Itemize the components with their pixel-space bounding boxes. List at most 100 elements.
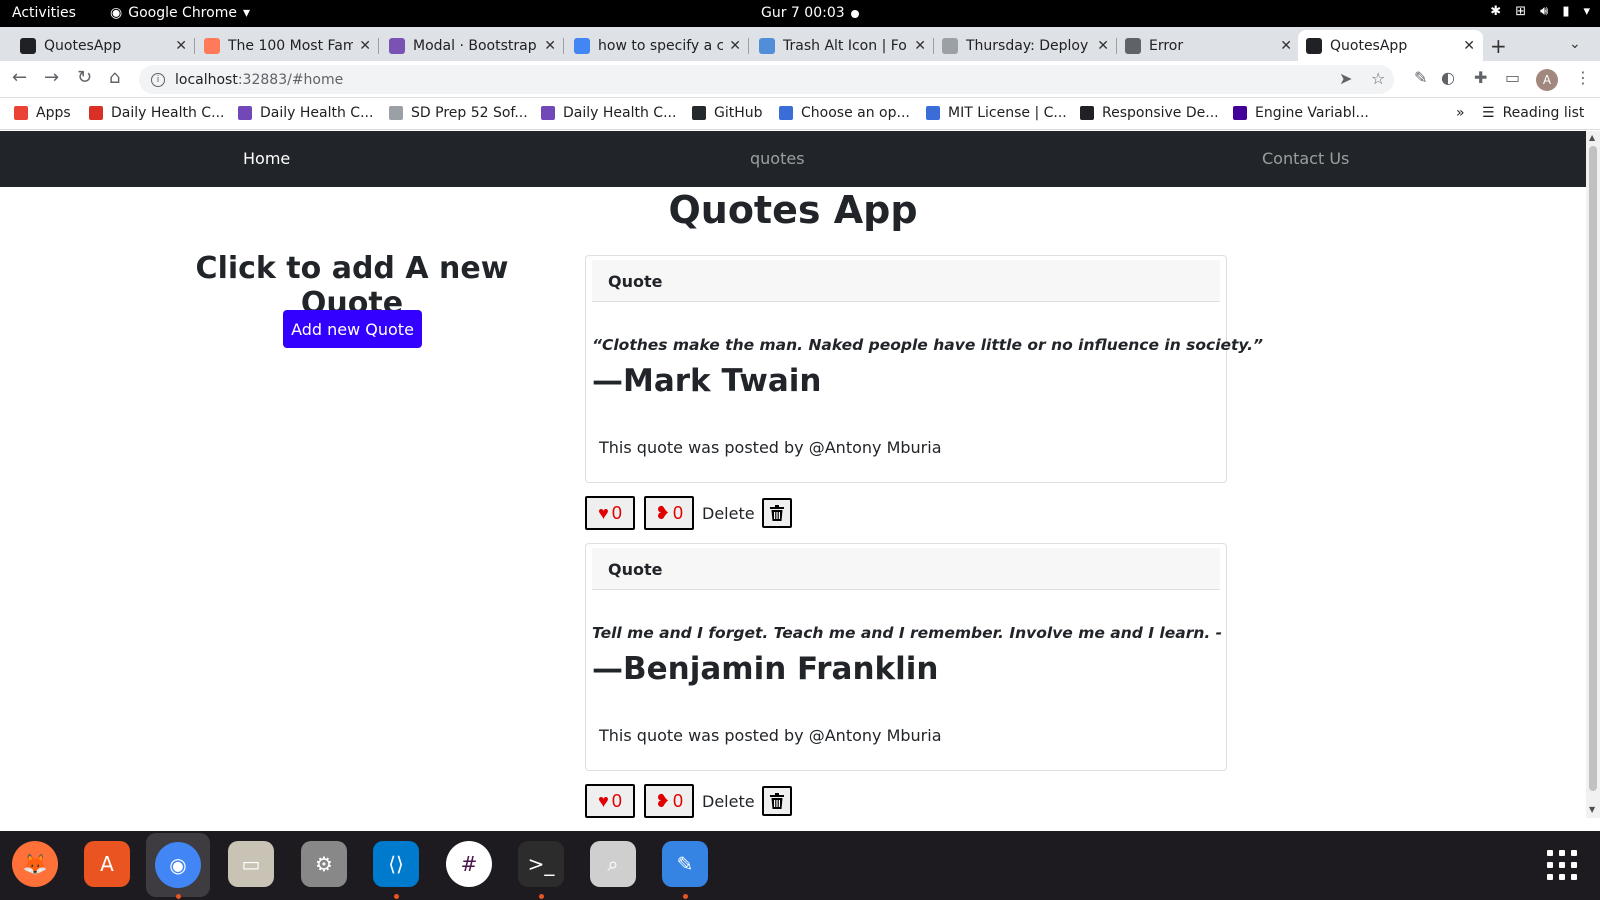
trash-icon <box>770 793 784 809</box>
tab-3[interactable]: how to specify a c ✕ <box>566 30 749 61</box>
bookmark-item[interactable]: Responsive De... <box>1080 105 1219 121</box>
site-navbar: Home quotes Contact Us <box>0 131 1586 187</box>
show-applications-icon[interactable] <box>1547 850 1577 880</box>
scroll-down-icon[interactable]: ▼ <box>1589 805 1595 814</box>
image-viewer-icon[interactable]: ⌕ <box>590 841 636 887</box>
bookmark-star-icon[interactable]: ☆ <box>1371 69 1385 88</box>
tab-0[interactable]: QuotesApp ✕ <box>12 30 195 61</box>
tab-search-icon[interactable]: ⌄ <box>1569 36 1581 52</box>
firefox-icon[interactable]: 🦊 <box>12 841 58 887</box>
tab-1[interactable]: The 100 Most Fam ✕ <box>196 30 379 61</box>
bookmark-item[interactable]: GitHub <box>692 105 763 121</box>
site-info-icon[interactable]: i <box>151 72 165 87</box>
slack-icon[interactable]: # <box>446 841 492 887</box>
downvote-button[interactable]: ❥ 0 <box>644 496 694 530</box>
license-icon <box>926 106 940 120</box>
home-icon[interactable]: ⌂ <box>109 67 120 88</box>
extension-record-icon[interactable]: ◐ <box>1441 68 1455 87</box>
reading-list-label: Reading list <box>1502 105 1585 121</box>
volume-icon[interactable]: 🔊︎ <box>1540 4 1548 19</box>
text-editor-icon[interactable]: ✎ <box>662 841 708 887</box>
send-to-device-icon[interactable]: ➤ <box>1339 69 1352 88</box>
hubspot-icon <box>204 37 220 54</box>
forward-arrow-icon[interactable]: → <box>44 67 59 88</box>
bookmark-item[interactable]: Choose an op... <box>779 105 910 121</box>
reading-list-button[interactable]: ☰ Reading list <box>1482 105 1584 121</box>
settings-icon[interactable]: ⚙ <box>301 841 347 887</box>
tab-7[interactable]: QuotesApp ✕ <box>1298 30 1483 61</box>
bookmark-item[interactable]: SD Prep 52 Sof... <box>389 105 528 121</box>
bookmark-label: Daily Health C... <box>563 105 677 121</box>
back-arrow-icon[interactable]: ← <box>12 67 27 88</box>
chrome-icon[interactable]: ◉ <box>146 833 210 897</box>
close-tab-icon[interactable]: ✕ <box>914 38 926 54</box>
add-new-quote-button[interactable]: Add new Quote <box>283 310 422 348</box>
extensions-puzzle-icon[interactable]: ✚ <box>1474 68 1487 87</box>
new-tab-button[interactable]: + <box>1490 34 1507 58</box>
caret-down-icon: ▾ <box>242 5 250 21</box>
tab-separator <box>748 38 749 54</box>
bookmark-item[interactable]: Daily Health C... <box>238 105 373 121</box>
close-tab-icon[interactable]: ✕ <box>175 38 187 54</box>
scroll-up-icon[interactable]: ▲ <box>1589 133 1595 142</box>
slack-tray-icon[interactable]: ✱ <box>1490 4 1501 19</box>
running-indicator <box>539 894 544 899</box>
chrome-menu-icon[interactable]: ⋮ <box>1575 68 1591 87</box>
bookmark-item[interactable]: MIT License | C... <box>926 105 1067 121</box>
app-menu[interactable]: ◉ Google Chrome ▾ <box>110 5 250 21</box>
tab-title: QuotesApp <box>1330 37 1408 54</box>
address-bar[interactable]: i localhost:32883/#home ➤ ☆ <box>139 65 1394 94</box>
cast-icon[interactable]: ▭ <box>1505 68 1520 87</box>
tab-2[interactable]: Modal · Bootstrap ✕ <box>381 30 564 61</box>
delete-quote-button[interactable] <box>762 786 792 816</box>
close-tab-icon[interactable]: ✕ <box>1280 38 1292 54</box>
page-scrollbar[interactable]: ▲ ▼ <box>1586 131 1600 818</box>
quote-text: “Clothes make the man. Naked people have… <box>592 336 1263 354</box>
close-tab-icon[interactable]: ✕ <box>359 38 371 54</box>
delete-label: Delete <box>702 792 755 811</box>
system-tray[interactable]: ✱ ⊞ 🔊︎ ▮ ▾ <box>1490 4 1590 19</box>
bookmark-label: GitHub <box>714 105 763 121</box>
bookmark-item[interactable]: Apps <box>14 105 71 121</box>
caret-down-icon[interactable]: ▾ <box>1583 4 1590 19</box>
reload-icon[interactable]: ↻ <box>77 67 92 88</box>
activities-button[interactable]: Activities <box>12 5 76 21</box>
nav-link-home[interactable]: Home <box>243 149 290 168</box>
profile-avatar[interactable]: A <box>1536 69 1558 91</box>
upvote-count: 0 <box>611 790 622 811</box>
quote-author: —Benjamin Franklin <box>592 651 939 687</box>
upvote-button[interactable]: ♥ 0 <box>585 496 635 530</box>
running-indicator <box>394 894 399 899</box>
quote-author: —Mark Twain <box>592 363 822 399</box>
clock[interactable]: Gur 7 00:03 <box>761 5 845 21</box>
tab-6[interactable]: Error ✕ <box>1117 30 1300 61</box>
upvote-button[interactable]: ♥ 0 <box>585 784 635 818</box>
bookmark-item[interactable]: Daily Health C... <box>541 105 676 121</box>
files-icon[interactable]: ▭ <box>228 841 274 887</box>
close-tab-icon[interactable]: ✕ <box>544 38 556 54</box>
bookmarks-overflow-button[interactable]: » <box>1456 105 1465 121</box>
close-tab-icon[interactable]: ✕ <box>1463 38 1475 54</box>
extension-pen-icon[interactable]: ✎ <box>1414 68 1427 87</box>
fontawesome-icon <box>759 37 775 54</box>
browser-toolbar: ← → ↻ ⌂ i localhost:32883/#home ➤ ☆ ✎ ◐ … <box>0 61 1600 98</box>
bookmark-label: Daily Health C... <box>111 105 225 121</box>
bookmark-item[interactable]: Engine Variabl... <box>1233 105 1369 121</box>
close-tab-icon[interactable]: ✕ <box>1097 38 1109 54</box>
bookmark-item[interactable]: Daily Health C... <box>89 105 224 121</box>
scrollbar-thumb[interactable] <box>1589 146 1597 791</box>
downvote-button[interactable]: ❥ 0 <box>644 784 694 818</box>
battery-icon[interactable]: ▮ <box>1562 4 1569 19</box>
close-tab-icon[interactable]: ✕ <box>729 38 741 54</box>
nav-link-quotes[interactable]: quotes <box>750 149 805 168</box>
vscode-icon[interactable]: ⟨⟩ <box>373 841 419 887</box>
nav-link-contact[interactable]: Contact Us <box>1262 149 1349 168</box>
tab-5[interactable]: Thursday: Deploy ✕ <box>934 30 1117 61</box>
software-center-icon[interactable]: A <box>84 841 130 887</box>
network-icon[interactable]: ⊞ <box>1515 4 1526 19</box>
tab-4[interactable]: Trash Alt Icon | Fo ✕ <box>751 30 934 61</box>
delete-quote-button[interactable] <box>762 498 792 528</box>
tab-separator <box>378 38 379 54</box>
terminal-icon[interactable]: >_ <box>518 841 564 887</box>
quote-text: Tell me and I forget. Teach me and I rem… <box>592 624 1223 642</box>
